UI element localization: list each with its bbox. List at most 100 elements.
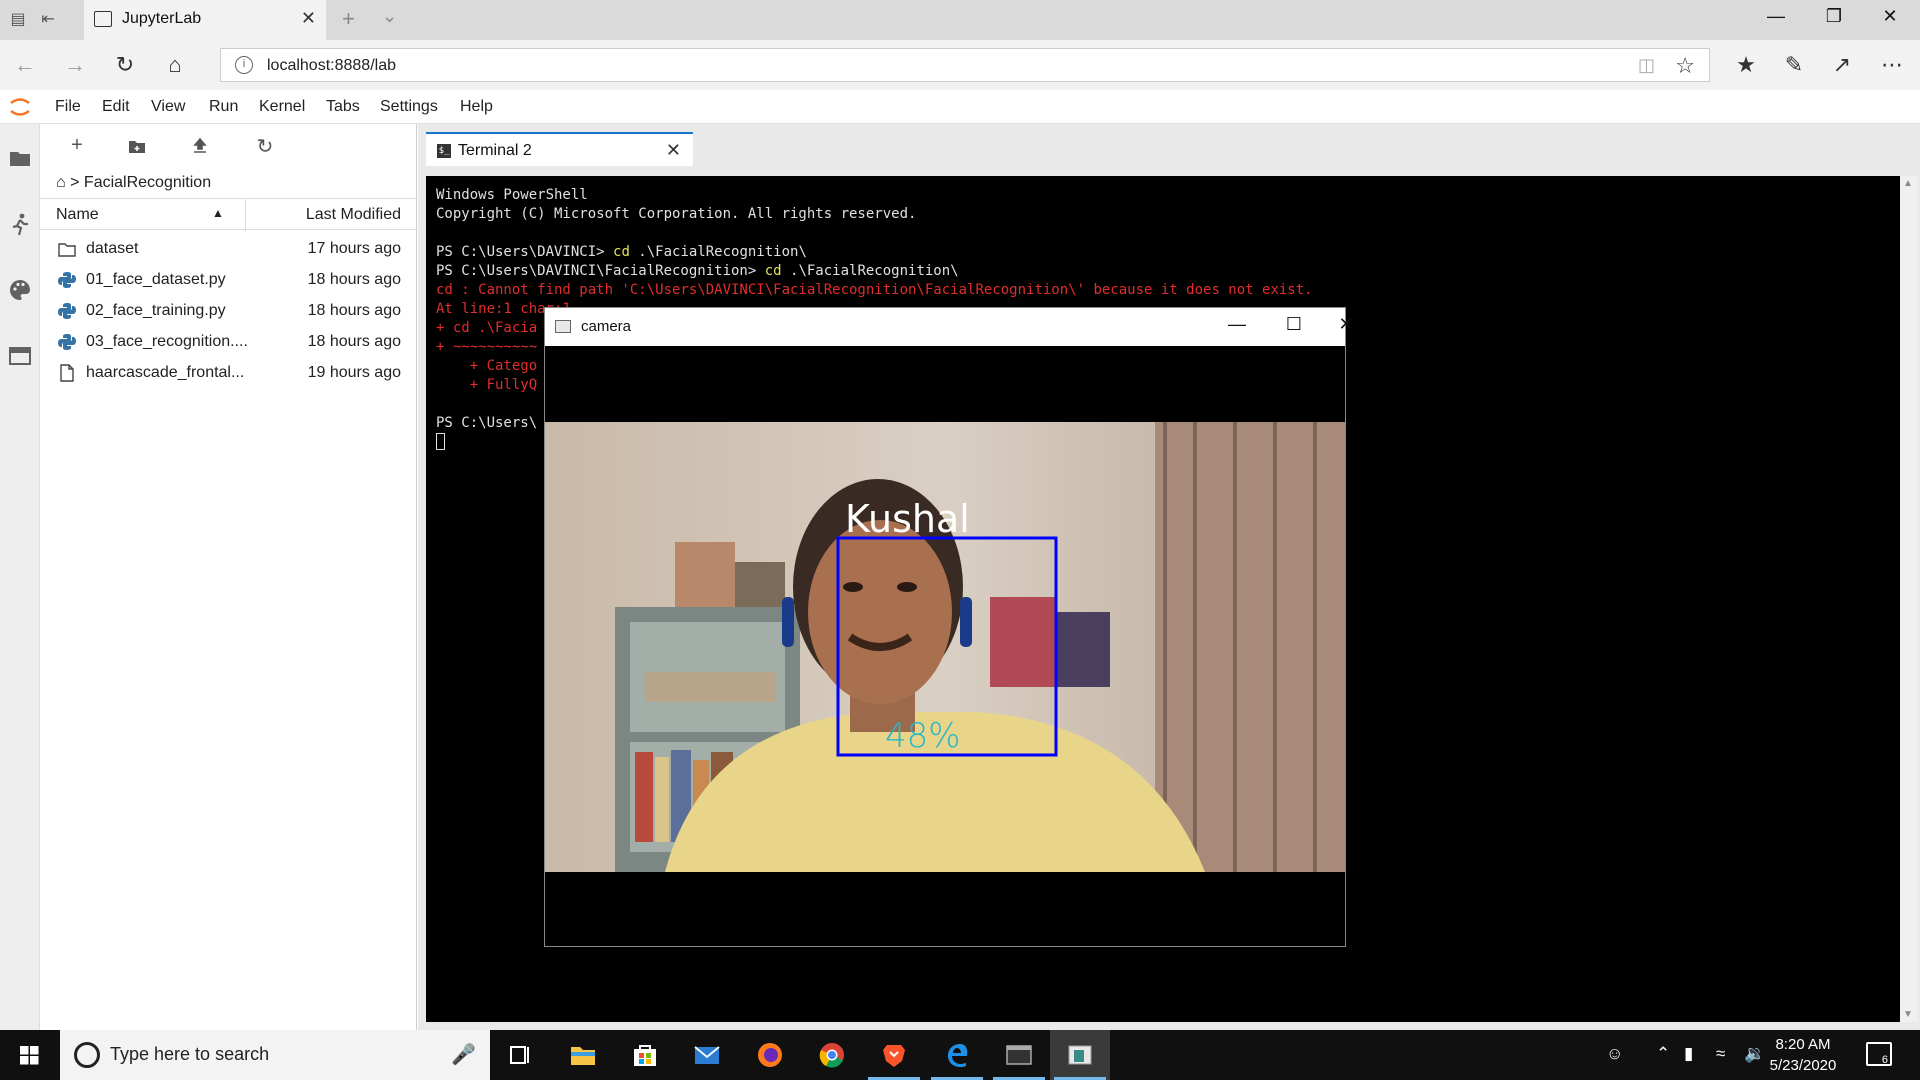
terminal-scrollbar[interactable]: ▲ ▼ (1900, 176, 1918, 1022)
show-hidden-icons-chevron[interactable]: ⌃ (1656, 1044, 1670, 1064)
menu-tabs[interactable]: Tabs (326, 98, 360, 116)
chrome-button[interactable] (802, 1030, 862, 1080)
menu-kernel[interactable]: Kernel (259, 98, 305, 116)
action-center-icon[interactable]: 6 (1866, 1042, 1892, 1066)
favorites-icon[interactable]: ★ (1730, 52, 1762, 78)
share-icon[interactable]: ↗ (1826, 52, 1858, 78)
file-row-face-recognition[interactable]: 03_face_recognition.... 18 hours ago (40, 327, 417, 358)
reading-view-icon[interactable]: ◫ (1638, 55, 1655, 76)
home-folder-icon[interactable]: ⌂ (56, 174, 66, 191)
file-row-face-dataset[interactable]: 01_face_dataset.py 18 hours ago (40, 265, 417, 296)
task-view-icon (510, 1046, 529, 1064)
new-tab-icon[interactable]: + (342, 6, 355, 32)
file-row-haarcascade[interactable]: haarcascade_frontal... 19 hours ago (40, 358, 417, 389)
column-name[interactable]: Name (56, 206, 99, 224)
breadcrumb-current[interactable]: FacialRecognition (84, 174, 211, 191)
upload-icon[interactable] (192, 138, 208, 154)
taskbar-search-box[interactable]: Type here to search 🎤 (60, 1030, 490, 1080)
mail-button[interactable] (677, 1030, 737, 1080)
menu-file[interactable]: File (55, 98, 81, 116)
minimize-icon[interactable]: — (1756, 6, 1796, 27)
edge-button[interactable] (927, 1030, 987, 1080)
microphone-icon[interactable]: 🎤 (451, 1042, 476, 1067)
column-divider[interactable] (245, 199, 246, 231)
browser-tab-jupyterlab[interactable]: JupyterLab ✕ (84, 0, 326, 40)
file-row-dataset[interactable]: dataset 17 hours ago (40, 234, 417, 265)
more-icon[interactable]: ⋯ (1876, 52, 1908, 78)
forward-icon[interactable]: → (60, 52, 90, 78)
close-tab-icon[interactable]: ✕ (301, 8, 316, 29)
browser-tab-title: JupyterLab (122, 10, 202, 27)
terminal-cursor (436, 433, 445, 450)
minimize-icon[interactable]: — (1217, 314, 1257, 335)
running-icon[interactable] (8, 212, 32, 236)
new-folder-icon[interactable] (128, 138, 146, 154)
refresh-icon[interactable]: ↻ (110, 52, 140, 78)
camera-title: camera (581, 318, 632, 335)
scroll-up-icon[interactable]: ▲ (1903, 178, 1913, 189)
menu-run[interactable]: Run (209, 98, 238, 116)
python-file-icon (58, 334, 76, 350)
terminal-text: cd (764, 263, 782, 279)
scroll-down-icon[interactable]: ▼ (1903, 1009, 1913, 1020)
address-field[interactable]: i localhost:8888/lab ◫ ☆ (220, 48, 1710, 82)
file-name: 01_face_dataset.py (86, 271, 226, 288)
windows-start-icon[interactable] (0, 1030, 60, 1080)
new-launcher-icon[interactable]: + (64, 134, 90, 157)
menu-help[interactable]: Help (460, 98, 493, 116)
terminal-text: PS C:\Users\DAVINCI> (436, 244, 614, 260)
python-file-icon (58, 272, 76, 288)
maximize-icon[interactable]: ☐ (1274, 314, 1314, 335)
chrome-icon (819, 1043, 844, 1068)
close-icon[interactable]: ✕ (1331, 314, 1361, 335)
wifi-icon[interactable]: ≈ (1716, 1044, 1725, 1064)
favorite-star-icon[interactable]: ☆ (1675, 53, 1695, 79)
camera-app-button[interactable] (1050, 1030, 1110, 1080)
terminal-line: Copyright (C) Microsoft Corporation. All… (436, 205, 1900, 224)
camera-window[interactable]: camera — ☐ ✕ Kushal 48% (544, 307, 1354, 947)
taskbar-clock[interactable]: 8:20 AM 5/23/2020 (1748, 1034, 1858, 1076)
menu-settings[interactable]: Settings (380, 98, 438, 116)
battery-icon[interactable]: ▮ (1684, 1044, 1693, 1064)
tabs-icon[interactable] (8, 344, 32, 368)
restore-icon[interactable]: ❐ (1814, 6, 1854, 27)
person-eye (897, 582, 917, 592)
terminal-app-button[interactable] (989, 1030, 1049, 1080)
refresh-files-icon[interactable]: ↻ (252, 134, 278, 159)
palette-icon[interactable] (8, 278, 32, 302)
url-text[interactable]: localhost:8888/lab (267, 57, 396, 75)
tabs-aside-icon[interactable]: ▤ (6, 8, 30, 32)
bag (1055, 612, 1110, 687)
camera-titlebar[interactable]: camera — ☐ ✕ (545, 308, 1354, 346)
chevron-down-icon[interactable]: ⌄ (382, 6, 397, 27)
confidence-label: 48% (885, 716, 961, 756)
menu-edit[interactable]: Edit (102, 98, 130, 116)
file-explorer-button[interactable] (553, 1030, 613, 1080)
firefox-button[interactable] (740, 1030, 800, 1080)
file-row-face-training[interactable]: 02_face_training.py 18 hours ago (40, 296, 417, 327)
tab-terminal-2[interactable]: $_ Terminal 2 ✕ (426, 132, 693, 166)
close-window-icon[interactable]: ✕ (1870, 6, 1910, 27)
file-name: haarcascade_frontal... (86, 364, 245, 381)
set-tabs-aside-icon[interactable]: ⇤ (36, 8, 60, 32)
column-last-modified[interactable]: Last Modified (306, 206, 401, 224)
task-view-button[interactable] (490, 1030, 550, 1080)
folder-icon[interactable] (8, 146, 32, 170)
notes-pen-icon[interactable]: ✎ (1778, 52, 1810, 78)
browser-tab-strip: ▤ ⇤ JupyterLab ✕ + ⌄ — ❐ ✕ (0, 0, 1920, 40)
store-button[interactable] (615, 1030, 675, 1080)
address-toolbar: ← → ↻ ⌂ i localhost:8888/lab ◫ ☆ ★ ✎ ↗ ⋯ (0, 40, 1920, 90)
back-icon[interactable]: ← (10, 52, 40, 78)
clock-time: 8:20 AM (1775, 1036, 1831, 1053)
close-icon[interactable]: ✕ (666, 140, 681, 161)
info-icon[interactable]: i (235, 56, 253, 74)
cortana-icon (74, 1042, 100, 1068)
brave-button[interactable] (864, 1030, 924, 1080)
terminal-text: cd : Cannot find path 'C:\Users\DAVINCI\… (436, 282, 1313, 298)
sort-caret-icon[interactable]: ▲ (212, 206, 224, 220)
home-icon[interactable]: ⌂ (160, 52, 190, 78)
terminal-text: PS C:\Users\DAVINCI\FacialRecognition> (436, 263, 765, 279)
file-name: 03_face_recognition.... (86, 333, 248, 350)
people-icon[interactable]: ☺ (1606, 1044, 1623, 1064)
menu-view[interactable]: View (151, 98, 185, 116)
